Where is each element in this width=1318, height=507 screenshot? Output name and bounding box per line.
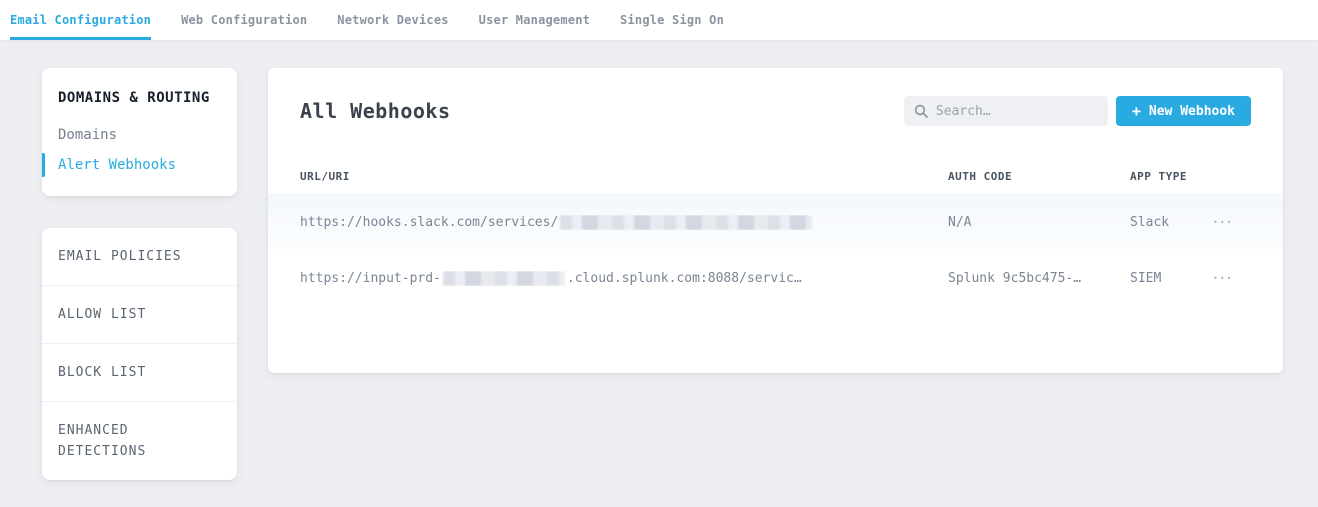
plus-icon: + (1132, 102, 1141, 120)
sidebar-section-label: BLOCK LIST (58, 365, 146, 380)
sidebar-section-label: EMAIL POLICIES (58, 249, 182, 264)
sidebar-section-label: ENHANCED DETECTIONS (58, 423, 146, 459)
table-row[interactable]: https://hooks.slack.com/services/ N/A Sl… (268, 194, 1283, 250)
nav-tab[interactable]: User Management (479, 0, 590, 40)
sidebar-item[interactable]: Domains (42, 120, 237, 150)
column-header-auth: AUTH CODE (948, 170, 1130, 183)
search-box[interactable] (904, 96, 1108, 126)
new-webhook-button[interactable]: + New Webhook (1116, 96, 1251, 126)
sidebar-group-heading: DOMAINS & ROUTING (42, 90, 237, 106)
domains-routing-card: DOMAINS & ROUTING Domains Alert Webhooks (42, 68, 237, 196)
nav-tab[interactable]: Email Configuration (10, 0, 151, 40)
sidebar: DOMAINS & ROUTING Domains Alert Webhooks… (42, 68, 237, 480)
ellipsis-menu-icon[interactable]: ••• (1207, 274, 1259, 283)
sidebar-item-label: Alert Webhooks (58, 157, 176, 173)
table-row[interactable]: https://input-prd- .cloud.splunk.com:808… (268, 250, 1283, 306)
webhook-url-prefix: https://hooks.slack.com/services/ (300, 215, 558, 230)
webhook-app-type: SIEM (1130, 271, 1207, 286)
top-nav: Email Configuration Web Configuration Ne… (0, 0, 1318, 41)
policy-sections-card: EMAIL POLICIES ALLOW LIST BLOCK LIST ENH… (42, 228, 237, 480)
sidebar-section-item[interactable]: BLOCK LIST (42, 344, 237, 402)
sidebar-section-item[interactable]: ALLOW LIST (42, 286, 237, 344)
nav-tab-label: User Management (479, 13, 590, 27)
panel-header: All Webhooks + New Webhook (268, 68, 1283, 150)
redacted-blur (560, 215, 812, 230)
sidebar-section-item[interactable]: ENHANCED DETECTIONS (42, 402, 237, 480)
ellipsis-menu-icon[interactable]: ••• (1207, 218, 1259, 227)
webhooks-table: https://hooks.slack.com/services/ N/A Sl… (268, 194, 1283, 306)
nav-tab[interactable]: Single Sign On (620, 0, 724, 40)
sidebar-item-list: Domains Alert Webhooks (42, 120, 237, 180)
search-input[interactable] (936, 104, 1098, 119)
sidebar-section-label: ALLOW LIST (58, 307, 146, 322)
webhook-url: https://input-prd- .cloud.splunk.com:808… (300, 271, 948, 286)
column-header-app: APP TYPE (1130, 170, 1207, 183)
nav-tab-label: Single Sign On (620, 13, 724, 27)
sidebar-item-label: Domains (58, 127, 117, 143)
webhook-url-prefix: https://input-prd- (300, 271, 441, 286)
search-icon (914, 104, 928, 118)
page-content: DOMAINS & ROUTING Domains Alert Webhooks… (0, 41, 1318, 480)
webhooks-panel: All Webhooks + New Webhook URL/URI AUTH … (268, 68, 1283, 373)
sidebar-item[interactable]: Alert Webhooks (42, 150, 237, 180)
panel-actions: + New Webhook (904, 96, 1251, 126)
webhook-app-type: Slack (1130, 215, 1207, 230)
webhook-auth-code: Splunk 9c5bc475-… (948, 271, 1130, 286)
table-header: URL/URI AUTH CODE APP TYPE (268, 150, 1283, 194)
nav-tab-label: Email Configuration (10, 13, 151, 27)
nav-tab[interactable]: Network Devices (337, 0, 448, 40)
webhook-auth-code: N/A (948, 215, 1130, 230)
redacted-blur (443, 271, 565, 286)
sidebar-section-item[interactable]: EMAIL POLICIES (42, 228, 237, 286)
column-header-url: URL/URI (300, 170, 948, 183)
page-title: All Webhooks (300, 99, 451, 123)
webhook-url: https://hooks.slack.com/services/ (300, 215, 948, 230)
nav-tab-label: Web Configuration (181, 13, 307, 27)
new-webhook-label: New Webhook (1149, 104, 1235, 119)
nav-tab[interactable]: Web Configuration (181, 0, 307, 40)
nav-tab-label: Network Devices (337, 13, 448, 27)
webhook-url-suffix: .cloud.splunk.com:8088/servic… (567, 271, 802, 286)
